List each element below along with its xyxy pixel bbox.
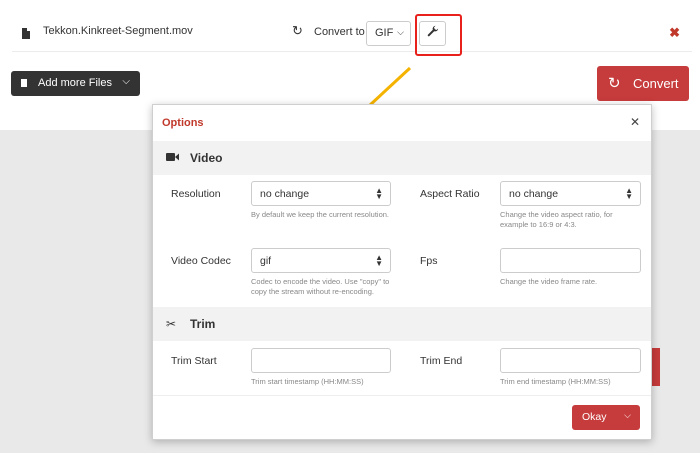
file-icon (22, 28, 30, 39)
trim-section-title: Trim (190, 317, 216, 331)
aspect-ratio-value: no change (509, 188, 559, 200)
refresh-icon: ↻ (608, 75, 621, 92)
resolution-select[interactable]: no change ▲ ▼ (251, 181, 391, 206)
trim-end-label: Trim End (420, 355, 463, 367)
aspect-ratio-select[interactable]: no change ▲ ▼ (500, 181, 641, 206)
background-red-element (652, 348, 660, 386)
fps-input[interactable] (500, 248, 641, 273)
video-codec-value: gif (260, 255, 272, 267)
add-more-files-button[interactable]: Add more Files ⌵ (11, 71, 140, 96)
resolution-label: Resolution (171, 188, 221, 200)
trim-start-label: Trim Start (171, 355, 217, 367)
fps-help: Change the video frame rate. (500, 277, 598, 286)
trim-end-help: Trim end timestamp (HH:MM:SS) (500, 377, 611, 386)
format-value: GIF (375, 27, 394, 39)
chevron-down-icon[interactable]: ⌵ (624, 410, 631, 421)
format-select[interactable]: GIF ⌵ (366, 21, 411, 46)
aspect-ratio-help: Change the video aspect ratio, for examp… (500, 210, 613, 229)
trim-start-help: Trim start timestamp (HH:MM:SS) (251, 377, 364, 386)
trim-section-header: ✂ Trim (153, 307, 651, 341)
convert-button[interactable]: ↻ Convert (597, 66, 689, 101)
video-camera-icon (166, 151, 179, 165)
close-icon[interactable]: ✖ (669, 25, 680, 41)
file-plus-icon (21, 79, 27, 87)
video-section-header: Video (153, 141, 651, 175)
chevron-down-icon: ⌵ (397, 27, 404, 37)
video-codec-label: Video Codec (171, 255, 231, 267)
chevron-down-icon: ⌵ (122, 76, 130, 87)
settings-wrench-button[interactable] (419, 21, 446, 46)
video-codec-help: Codec to encode the video. Use "copy" to… (251, 277, 390, 296)
add-more-files-label: Add more Files (38, 77, 112, 89)
select-arrows-icon: ▲ ▼ (375, 253, 383, 268)
okay-label: Okay (582, 411, 607, 423)
modal-title: Options (162, 117, 204, 129)
trim-end-input[interactable] (500, 348, 641, 373)
resolution-value: no change (260, 188, 310, 200)
file-name: Tekkon.Kinkreet-Segment.mov (43, 25, 193, 37)
video-section-title: Video (190, 151, 223, 165)
select-arrows-icon: ▲ ▼ (375, 186, 383, 201)
wrench-icon (427, 25, 438, 37)
fps-label: Fps (420, 255, 438, 267)
modal-footer: Okay ⌵ (153, 395, 651, 439)
refresh-icon[interactable]: ↻ (292, 23, 303, 39)
video-codec-select[interactable]: gif ▲ ▼ (251, 248, 391, 273)
modal-header: Options ✕ (153, 105, 651, 141)
convert-to-label: Convert to (314, 26, 365, 38)
resolution-help: By default we keep the current resolutio… (251, 210, 389, 219)
trim-start-input[interactable] (251, 348, 391, 373)
convert-label: Convert (633, 76, 679, 91)
aspect-ratio-label: Aspect Ratio (420, 188, 480, 200)
okay-button[interactable]: Okay ⌵ (572, 405, 640, 430)
select-arrows-icon: ▲ ▼ (625, 186, 633, 201)
modal-close-icon[interactable]: ✕ (630, 115, 640, 129)
scissors-icon: ✂ (166, 317, 177, 331)
options-modal: Options ✕ Video Resolution no change ▲ ▼ … (152, 104, 652, 440)
file-row: Tekkon.Kinkreet-Segment.mov ↻ Convert to… (12, 14, 692, 56)
